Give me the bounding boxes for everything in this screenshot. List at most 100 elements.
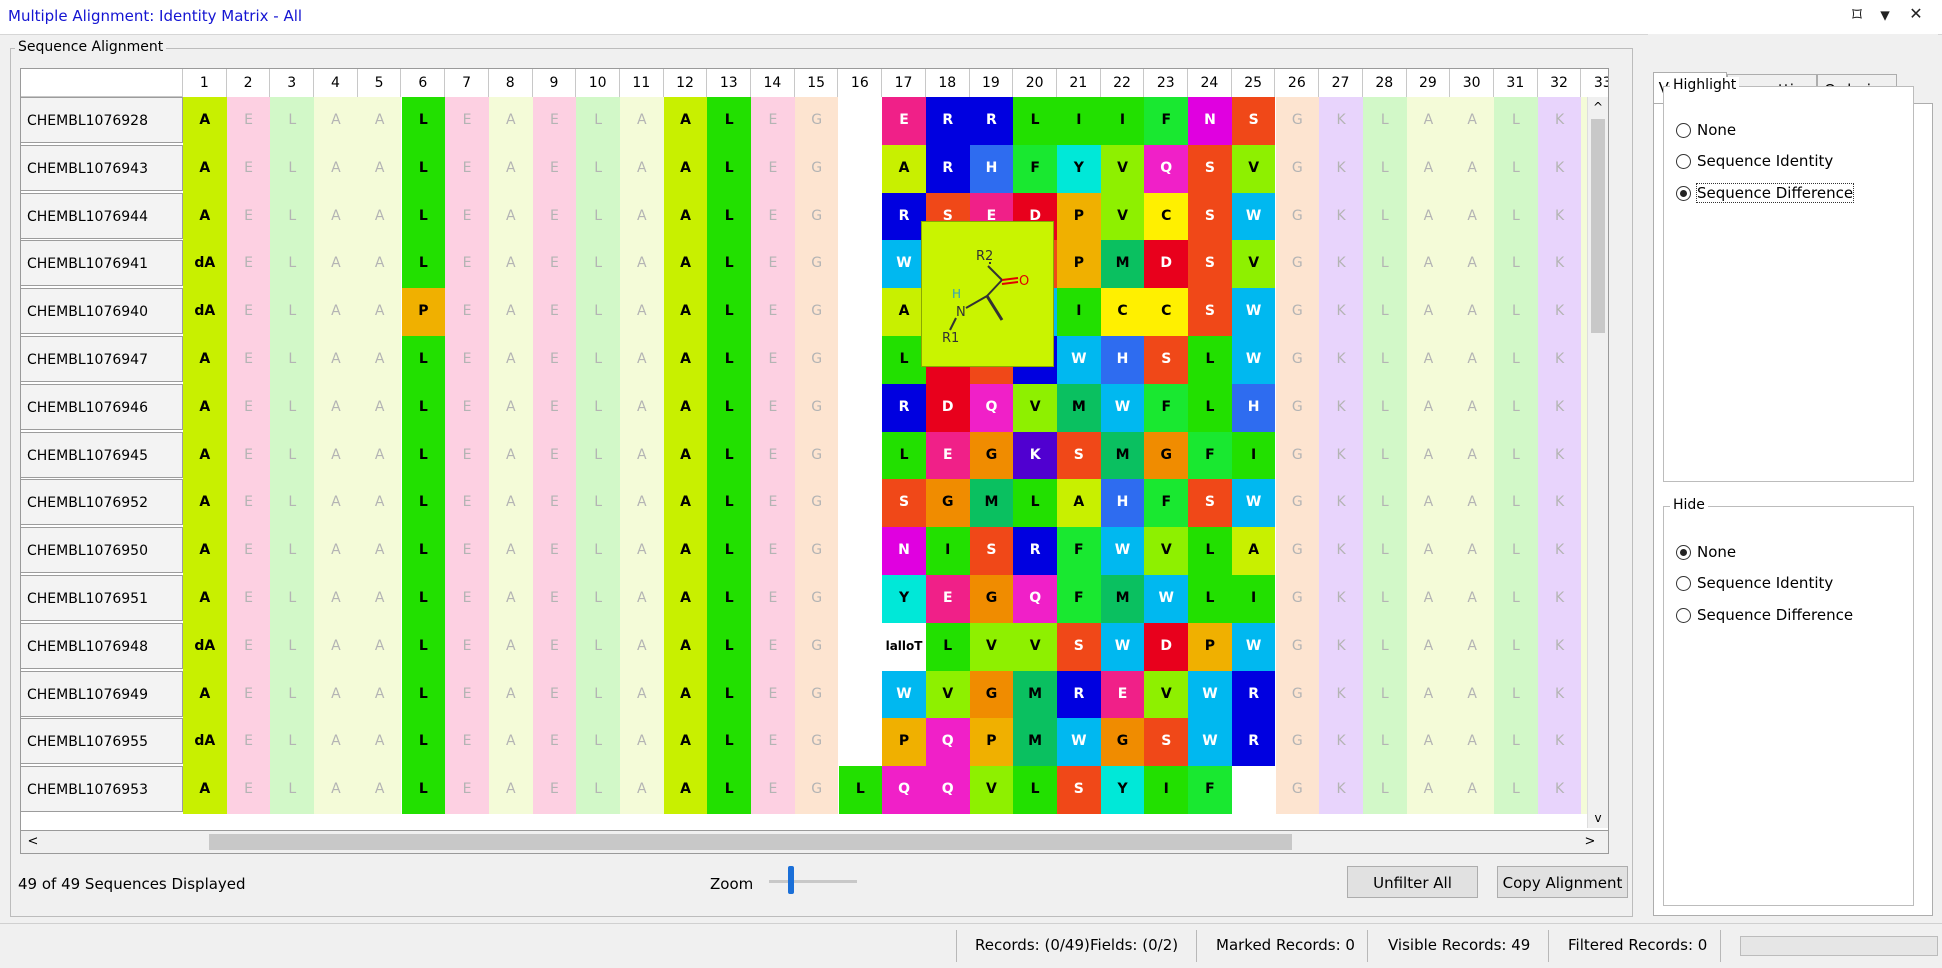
sequence-cell[interactable]: A (488, 575, 533, 623)
sequence-cell[interactable]: P (882, 718, 926, 767)
sequence-cell[interactable]: V (1100, 144, 1145, 193)
sequence-cell[interactable]: W (882, 670, 926, 719)
sequence-cell[interactable]: E (532, 718, 577, 767)
sequence-cell[interactable]: L (1494, 383, 1538, 432)
sequence-cell[interactable]: K (1537, 144, 1582, 193)
sequence-cell[interactable]: F (1057, 575, 1101, 623)
hide-difference-radio[interactable]: Sequence Difference (1676, 604, 1853, 626)
sequence-cell[interactable]: A (1450, 192, 1494, 241)
sequence-cell[interactable]: A (314, 240, 358, 289)
sequence-cell[interactable]: G (1275, 240, 1320, 289)
sequence-cell[interactable]: L (838, 766, 883, 814)
sequence-cell[interactable]: E (445, 383, 489, 432)
sequence-cell[interactable]: K (1319, 670, 1363, 719)
sequence-cell[interactable]: F (1144, 479, 1189, 528)
sequence-cell[interactable]: A (488, 144, 533, 193)
sequence-cell[interactable]: E (226, 192, 271, 241)
sequence-cell[interactable]: I (1144, 766, 1189, 814)
sequence-cell[interactable]: A (1406, 431, 1451, 480)
row-header[interactable]: CHEMBL1076951 (21, 575, 183, 621)
sequence-cell[interactable]: L (882, 336, 926, 384)
sequence-cell[interactable]: L (1362, 766, 1407, 814)
sequence-cell[interactable]: A (1450, 527, 1494, 575)
sequence-cell[interactable]: A (882, 288, 926, 336)
sequence-cell[interactable]: M (1013, 670, 1057, 719)
menu-dropdown-icon[interactable]: ▾ (1873, 4, 1897, 26)
sequence-cell[interactable]: G (794, 766, 839, 814)
sequence-cell[interactable]: W (1100, 622, 1145, 671)
horizontal-scrollbar[interactable]: < > (20, 830, 1609, 854)
sequence-cell[interactable]: A (620, 144, 664, 193)
column-header[interactable]: 32 (1537, 69, 1582, 97)
row-header[interactable]: CHEMBL1076947 (21, 336, 183, 382)
column-header[interactable]: 8 (488, 69, 533, 97)
sequence-cell[interactable]: A (620, 575, 664, 623)
sequence-cell[interactable]: E (226, 97, 271, 145)
sequence-cell[interactable]: K (1319, 575, 1363, 623)
row-header[interactable]: CHEMBL1076928 (21, 97, 183, 143)
sequence-cell[interactable] (838, 622, 883, 671)
sequence-cell[interactable]: E (445, 97, 489, 145)
sequence-cell[interactable]: L (707, 622, 752, 671)
sequence-cell[interactable]: L (576, 240, 620, 289)
sequence-cell[interactable]: A (1450, 431, 1494, 480)
sequence-cell[interactable]: W (1231, 192, 1276, 241)
sequence-cell[interactable] (838, 383, 883, 432)
sequence-cell[interactable]: Q (925, 718, 970, 767)
sequence-cell[interactable]: A (488, 383, 533, 432)
sequence-cell[interactable]: G (794, 383, 839, 432)
sequence-cell[interactable]: A (357, 97, 402, 145)
sequence-cell[interactable]: R (969, 97, 1014, 145)
sequence-cell[interactable]: A (357, 336, 402, 384)
sequence-cell[interactable]: L (576, 670, 620, 719)
sequence-cell[interactable]: G (794, 336, 839, 384)
sequence-cell[interactable] (838, 97, 883, 145)
sequence-cell[interactable]: P (1057, 192, 1101, 241)
sequence-cell[interactable]: L (1362, 336, 1407, 384)
sequence-cell[interactable]: K (1013, 431, 1057, 480)
sequence-cell[interactable]: A (620, 336, 664, 384)
sequence-cell[interactable]: L (1494, 718, 1538, 767)
sequence-cell[interactable]: E (445, 336, 489, 384)
sequence-cell[interactable]: A (314, 288, 358, 336)
sequence-cell[interactable]: L (1494, 670, 1538, 719)
sequence-cell[interactable]: K (1319, 383, 1363, 432)
sequence-cell[interactable] (838, 431, 883, 480)
sequence-cell[interactable]: dA (183, 622, 227, 671)
sequence-cell[interactable]: A (357, 718, 402, 767)
column-header[interactable]: 19 (969, 69, 1014, 97)
sequence-cell[interactable]: G (1275, 431, 1320, 480)
sequence-cell[interactable]: L (925, 622, 970, 671)
sequence-cell[interactable]: P (969, 718, 1014, 767)
sequence-cell[interactable]: A (314, 718, 358, 767)
sequence-cell[interactable]: L (270, 718, 315, 767)
sequence-cell[interactable]: A (663, 97, 708, 145)
sequence-cell[interactable]: F (1188, 431, 1232, 480)
sequence-cell[interactable]: G (1275, 670, 1320, 719)
sequence-cell[interactable]: L (707, 527, 752, 575)
sequence-cell[interactable]: G (1275, 575, 1320, 623)
sequence-cell[interactable]: I (1231, 431, 1276, 480)
sequence-cell[interactable]: E (445, 479, 489, 528)
sequence-cell[interactable]: A (663, 336, 708, 384)
sequence-cell[interactable]: K (1537, 97, 1582, 145)
sequence-cell[interactable]: A (620, 288, 664, 336)
column-header[interactable]: 21 (1057, 69, 1101, 97)
sequence-cell[interactable]: V (1231, 240, 1276, 289)
sequence-cell[interactable]: A (620, 240, 664, 289)
sequence-cell[interactable]: E (532, 288, 577, 336)
sequence-cell[interactable]: A (357, 144, 402, 193)
sequence-cell[interactable]: K (1319, 288, 1363, 336)
sequence-cell[interactable]: E (226, 288, 271, 336)
sequence-cell[interactable]: A (1450, 670, 1494, 719)
sequence-cell[interactable]: K (1319, 97, 1363, 145)
sequence-cell[interactable]: A (663, 144, 708, 193)
sequence-cell[interactable]: A (314, 336, 358, 384)
sequence-cell[interactable]: P (1057, 240, 1101, 289)
sequence-cell[interactable]: L (270, 527, 315, 575)
sequence-cell[interactable]: C (1100, 288, 1145, 336)
scroll-up-button[interactable]: ^ (1588, 97, 1608, 117)
sequence-cell[interactable]: W (1231, 336, 1276, 384)
sequence-cell[interactable]: Q (1013, 575, 1057, 623)
sequence-cell[interactable]: E (751, 192, 795, 241)
